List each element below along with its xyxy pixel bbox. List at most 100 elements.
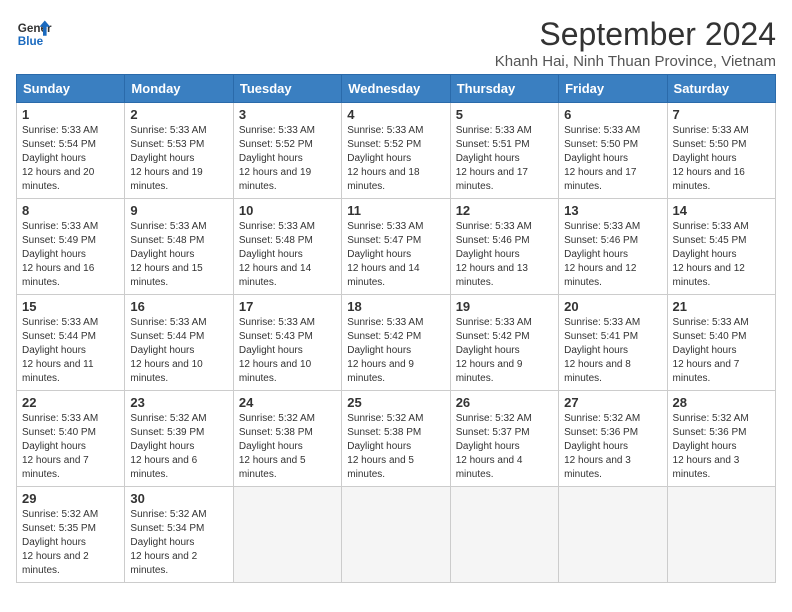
calendar-week-row: 8 Sunrise: 5:33 AMSunset: 5:49 PMDaylight… (17, 199, 776, 295)
calendar-day-cell: 14Sunrise: 5:33 AMSunset: 5:45 PMDayligh… (667, 199, 775, 295)
calendar-day-cell: 11 Sunrise: 5:33 AMSunset: 5:47 PMDayligh… (342, 199, 450, 295)
calendar-day-cell: 6Sunrise: 5:33 AMSunset: 5:50 PMDaylight… (559, 103, 667, 199)
month-title: September 2024 (495, 16, 776, 53)
day-number: 25 (347, 395, 444, 410)
day-number: 18 (347, 299, 444, 314)
calendar-day-cell: 23 Sunrise: 5:32 AMSunset: 5:39 PMDayligh… (125, 391, 233, 487)
calendar-day-cell: 24Sunrise: 5:32 AMSunset: 5:38 PMDayligh… (233, 391, 341, 487)
calendar-header-row: SundayMondayTuesdayWednesdayThursdayFrid… (17, 75, 776, 103)
day-number: 19 (456, 299, 553, 314)
day-header-monday: Monday (125, 75, 233, 103)
calendar-day-cell: 9 Sunrise: 5:33 AMSunset: 5:48 PMDaylight… (125, 199, 233, 295)
calendar-day-cell: 27Sunrise: 5:32 AMSunset: 5:36 PMDayligh… (559, 391, 667, 487)
day-info: Sunrise: 5:33 AMSunset: 5:41 PMDaylight … (564, 316, 661, 386)
day-info: Sunrise: 5:33 AMSunset: 5:42 PMDaylight … (347, 316, 444, 386)
day-number: 21 (673, 299, 770, 314)
calendar-week-row: 22Sunrise: 5:33 AMSunset: 5:40 PMDayligh… (17, 391, 776, 487)
calendar-day-cell: 7 Sunrise: 5:33 AMSunset: 5:50 PMDaylight… (667, 103, 775, 199)
calendar-day-cell: 22Sunrise: 5:33 AMSunset: 5:40 PMDayligh… (17, 391, 125, 487)
day-info: Sunrise: 5:33 AMSunset: 5:49 PMDaylight … (22, 220, 119, 290)
day-info: Sunrise: 5:33 AMSunset: 5:42 PMDaylight … (456, 316, 553, 386)
day-info: Sunrise: 5:32 AMSunset: 5:38 PMDaylight … (347, 412, 444, 482)
day-info: Sunrise: 5:33 AMSunset: 5:52 PMDaylight … (239, 124, 336, 194)
day-info: Sunrise: 5:33 AMSunset: 5:48 PMDaylight … (130, 220, 227, 290)
day-number: 5 (456, 107, 553, 122)
logo-icon: General Blue (16, 16, 52, 52)
calendar-day-cell: 28 Sunrise: 5:32 AMSunset: 5:36 PMDayligh… (667, 391, 775, 487)
calendar-day-cell: 5 Sunrise: 5:33 AMSunset: 5:51 PMDaylight… (450, 103, 558, 199)
calendar-day-cell: 10 Sunrise: 5:33 AMSunset: 5:48 PMDayligh… (233, 199, 341, 295)
day-number: 9 (130, 203, 227, 218)
calendar-day-cell: 3 Sunrise: 5:33 AMSunset: 5:52 PMDaylight… (233, 103, 341, 199)
day-info: Sunrise: 5:32 AMSunset: 5:36 PMDaylight … (673, 412, 770, 482)
calendar-day-cell: 16 Sunrise: 5:33 AMSunset: 5:44 PMDayligh… (125, 295, 233, 391)
day-number: 6 (564, 107, 661, 122)
calendar-day-cell: 15 Sunrise: 5:33 AMSunset: 5:44 PMDayligh… (17, 295, 125, 391)
calendar-day-cell (667, 487, 775, 583)
day-number: 2 (130, 107, 227, 122)
calendar-day-cell: 19 Sunrise: 5:33 AMSunset: 5:42 PMDayligh… (450, 295, 558, 391)
day-info: Sunrise: 5:32 AMSunset: 5:35 PMDaylight … (22, 508, 119, 578)
calendar-day-cell (559, 487, 667, 583)
day-number: 15 (22, 299, 119, 314)
day-info: Sunrise: 5:33 AMSunset: 5:48 PMDaylight … (239, 220, 336, 290)
day-header-friday: Friday (559, 75, 667, 103)
day-number: 10 (239, 203, 336, 218)
calendar-day-cell: 12 Sunrise: 5:33 AMSunset: 5:46 PMDayligh… (450, 199, 558, 295)
page-header: General Blue September 2024 Khanh Hai, N… (16, 16, 776, 70)
day-info: Sunrise: 5:33 AMSunset: 5:53 PMDaylight … (130, 124, 227, 194)
calendar-day-cell: 20Sunrise: 5:33 AMSunset: 5:41 PMDayligh… (559, 295, 667, 391)
day-info: Sunrise: 5:33 AMSunset: 5:52 PMDaylight … (347, 124, 444, 194)
day-number: 11 (347, 203, 444, 218)
day-header-saturday: Saturday (667, 75, 775, 103)
day-number: 12 (456, 203, 553, 218)
day-info: Sunrise: 5:32 AMSunset: 5:39 PMDaylight … (130, 412, 227, 482)
day-number: 16 (130, 299, 227, 314)
day-number: 8 (22, 203, 119, 218)
day-header-sunday: Sunday (17, 75, 125, 103)
day-info: Sunrise: 5:33 AMSunset: 5:44 PMDaylight … (130, 316, 227, 386)
day-number: 17 (239, 299, 336, 314)
day-info: Sunrise: 5:32 AMSunset: 5:37 PMDaylight … (456, 412, 553, 482)
day-header-tuesday: Tuesday (233, 75, 341, 103)
day-info: Sunrise: 5:32 AMSunset: 5:36 PMDaylight … (564, 412, 661, 482)
location-title: Khanh Hai, Ninh Thuan Province, Vietnam (495, 53, 776, 70)
day-number: 4 (347, 107, 444, 122)
calendar-day-cell: 1 Sunrise: 5:33 AMSunset: 5:54 PMDaylight… (17, 103, 125, 199)
calendar-day-cell: 21Sunrise: 5:33 AMSunset: 5:40 PMDayligh… (667, 295, 775, 391)
calendar-day-cell (342, 487, 450, 583)
calendar-day-cell (233, 487, 341, 583)
day-number: 28 (673, 395, 770, 410)
day-info: Sunrise: 5:32 AMSunset: 5:34 PMDaylight … (130, 508, 227, 578)
day-number: 13 (564, 203, 661, 218)
calendar-day-cell: 25 Sunrise: 5:32 AMSunset: 5:38 PMDayligh… (342, 391, 450, 487)
day-info: Sunrise: 5:33 AMSunset: 5:46 PMDaylight … (456, 220, 553, 290)
day-header-wednesday: Wednesday (342, 75, 450, 103)
calendar-week-row: 1 Sunrise: 5:33 AMSunset: 5:54 PMDaylight… (17, 103, 776, 199)
day-number: 7 (673, 107, 770, 122)
day-number: 23 (130, 395, 227, 410)
day-info: Sunrise: 5:33 AMSunset: 5:51 PMDaylight … (456, 124, 553, 194)
day-info: Sunrise: 5:33 AMSunset: 5:54 PMDaylight … (22, 124, 119, 194)
calendar-day-cell: 17 Sunrise: 5:33 AMSunset: 5:43 PMDayligh… (233, 295, 341, 391)
calendar-day-cell: 26Sunrise: 5:32 AMSunset: 5:37 PMDayligh… (450, 391, 558, 487)
day-info: Sunrise: 5:33 AMSunset: 5:44 PMDaylight … (22, 316, 119, 386)
calendar-day-cell: 2 Sunrise: 5:33 AMSunset: 5:53 PMDaylight… (125, 103, 233, 199)
day-number: 1 (22, 107, 119, 122)
day-number: 3 (239, 107, 336, 122)
day-number: 14 (673, 203, 770, 218)
calendar-day-cell: 18 Sunrise: 5:33 AMSunset: 5:42 PMDayligh… (342, 295, 450, 391)
calendar-day-cell: 4 Sunrise: 5:33 AMSunset: 5:52 PMDaylight… (342, 103, 450, 199)
logo: General Blue (16, 16, 52, 52)
calendar-table: SundayMondayTuesdayWednesdayThursdayFrid… (16, 74, 776, 583)
day-info: Sunrise: 5:32 AMSunset: 5:38 PMDaylight … (239, 412, 336, 482)
calendar-week-row: 29 Sunrise: 5:32 AMSunset: 5:35 PMDayligh… (17, 487, 776, 583)
day-number: 29 (22, 491, 119, 506)
day-info: Sunrise: 5:33 AMSunset: 5:50 PMDaylight … (673, 124, 770, 194)
day-info: Sunrise: 5:33 AMSunset: 5:47 PMDaylight … (347, 220, 444, 290)
svg-text:Blue: Blue (18, 35, 44, 48)
day-info: Sunrise: 5:33 AMSunset: 5:43 PMDaylight … (239, 316, 336, 386)
calendar-day-cell: 13Sunrise: 5:33 AMSunset: 5:46 PMDayligh… (559, 199, 667, 295)
title-area: September 2024 Khanh Hai, Ninh Thuan Pro… (495, 16, 776, 70)
calendar-day-cell (450, 487, 558, 583)
